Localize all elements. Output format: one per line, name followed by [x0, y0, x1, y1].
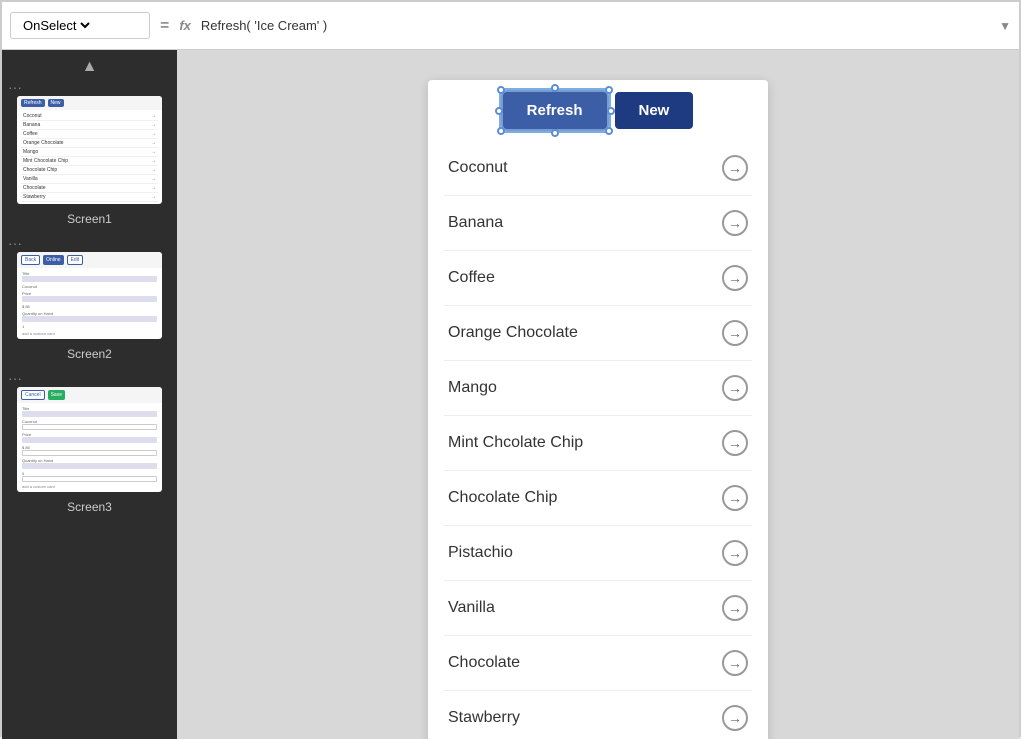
list-item[interactable]: Mango → [444, 361, 752, 416]
list-item[interactable]: Coffee → [444, 251, 752, 306]
list-item-name: Coconut [448, 159, 508, 177]
thumb-refresh-btn[interactable]: Refresh [21, 99, 45, 107]
main-layout: ▲ ··· Refresh New Coconut→ Banana→ Coffe… [2, 50, 1019, 739]
screen1-dots[interactable]: ··· [2, 80, 22, 94]
property-dropdown[interactable]: OnSelect [19, 17, 93, 34]
list-item-name: Pistachio [448, 544, 513, 562]
equals-sign: = [156, 17, 173, 35]
list-item-name: Orange Chocolate [448, 324, 578, 342]
thumb-new-btn[interactable]: New [48, 99, 64, 107]
arrow-circle-icon: → [722, 375, 748, 401]
list-item[interactable]: Mint Chcolate Chip → [444, 416, 752, 471]
list-item-name: Vanilla [448, 599, 495, 617]
arrow-circle-icon: → [722, 265, 748, 291]
list-item[interactable]: Stawberry → [444, 691, 752, 739]
list-item-name: Banana [448, 214, 503, 232]
fx-icon: fx [179, 18, 191, 33]
screen1-label: Screen1 [67, 212, 112, 226]
thumb-detail-form: Title Coconut Price $ 85 Quantity on H [17, 268, 162, 339]
list-item[interactable]: Coconut → [444, 141, 752, 196]
screen1-wrapper: ··· Refresh New Coconut→ Banana→ Coffee→… [2, 80, 177, 236]
list-item[interactable]: Pistachio → [444, 526, 752, 581]
screen3-thumbnail[interactable]: Cancel Save Title Coconut Price [17, 387, 162, 492]
formula-input[interactable] [197, 14, 993, 37]
list-item[interactable]: Vanilla → [444, 581, 752, 636]
thumb-back-btn[interactable]: Back [21, 255, 40, 265]
screen3-wrapper: ··· Cancel Save Title Coconut [2, 371, 177, 524]
arrow-circle-icon: → [722, 595, 748, 621]
scroll-up-icon[interactable]: ▲ [82, 58, 98, 76]
list-item[interactable]: Chocolate → [444, 636, 752, 691]
arrow-circle-icon: → [722, 485, 748, 511]
screen1-thumbnail[interactable]: Refresh New Coconut→ Banana→ Coffee→ Ora… [17, 96, 162, 204]
thumb-online-btn[interactable]: Online [43, 255, 63, 265]
list-item-name: Mint Chcolate Chip [448, 434, 583, 452]
screen2-wrapper: ··· Back Online Edit Title Coconut [2, 236, 177, 371]
canvas-area: Refresh New Coconut → Banana → Coffee → … [177, 50, 1019, 739]
property-selector[interactable]: OnSelect [10, 12, 150, 39]
formula-bar: OnSelect = fx ▼ [2, 2, 1019, 50]
list-item-name: Chocolate [448, 654, 520, 672]
screen3-dots[interactable]: ··· [2, 371, 22, 385]
arrow-circle-icon: → [722, 320, 748, 346]
new-button[interactable]: New [615, 92, 694, 129]
screen3-label: Screen3 [67, 500, 112, 514]
thumb-save-btn[interactable]: Save [48, 390, 65, 400]
screen2-thumbnail[interactable]: Back Online Edit Title Coconut Price [17, 252, 162, 339]
arrow-circle-icon: → [722, 705, 748, 731]
arrow-circle-icon: → [722, 650, 748, 676]
arrow-circle-icon: → [722, 540, 748, 566]
list-item[interactable]: Orange Chocolate → [444, 306, 752, 361]
app-screen: Refresh New Coconut → Banana → Coffee → … [428, 80, 768, 739]
list-item-name: Stawberry [448, 709, 520, 727]
list-item[interactable]: Chocolate Chip → [444, 471, 752, 526]
arrow-circle-icon: → [722, 155, 748, 181]
thumb-edit-form: Title Coconut Price $ 85 [17, 403, 162, 492]
screen2-label: Screen2 [67, 347, 112, 361]
arrow-circle-icon: → [722, 210, 748, 236]
thumb-edit-btn[interactable]: Edit [67, 255, 84, 265]
sidebar: ▲ ··· Refresh New Coconut→ Banana→ Coffe… [2, 50, 177, 739]
ice-cream-list: Coconut → Banana → Coffee → Orange Choco… [428, 141, 768, 739]
list-item-name: Chocolate Chip [448, 489, 557, 507]
refresh-button[interactable]: Refresh [503, 92, 607, 129]
thumb-cancel-btn[interactable]: Cancel [21, 390, 45, 400]
list-item-name: Coffee [448, 269, 495, 287]
list-item-name: Mango [448, 379, 497, 397]
arrow-circle-icon: → [722, 430, 748, 456]
formula-expand-icon[interactable]: ▼ [999, 19, 1011, 33]
app-header: Refresh New [428, 80, 768, 141]
thumb-list: Coconut→ Banana→ Coffee→ Orange Chocolat… [17, 110, 162, 204]
screen2-dots[interactable]: ··· [2, 236, 22, 250]
list-item[interactable]: Banana → [444, 196, 752, 251]
